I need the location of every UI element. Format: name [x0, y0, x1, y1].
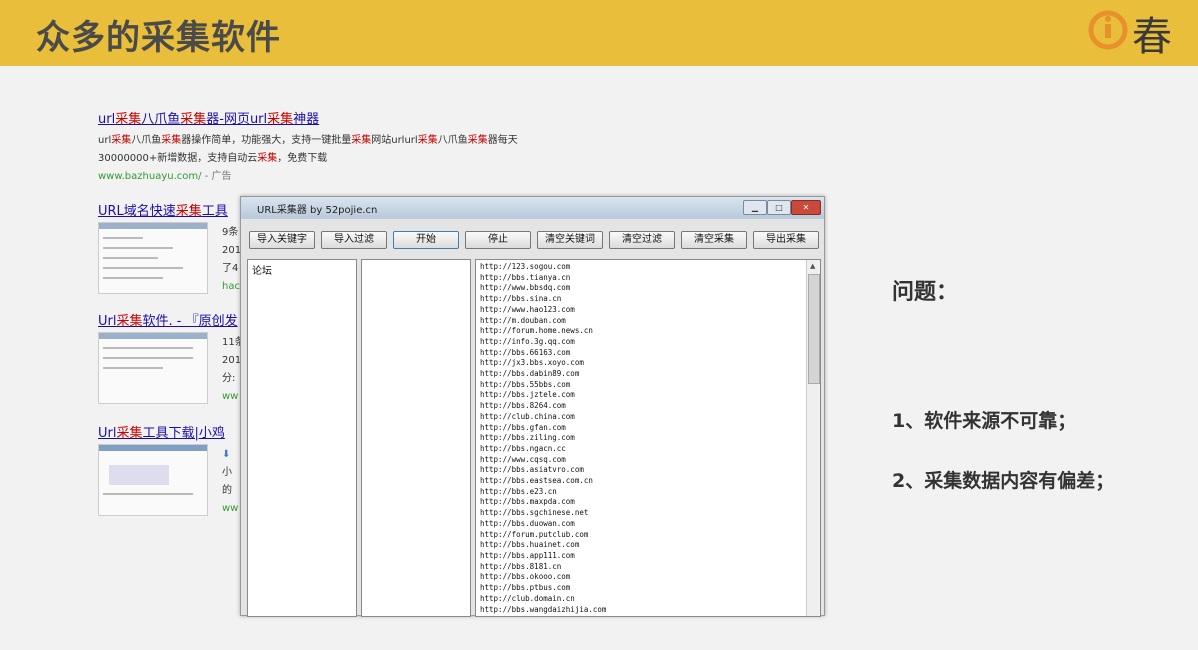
url-item[interactable]: http://bbs.maxpda.com: [480, 497, 606, 508]
keywords-list[interactable]: 论坛: [247, 259, 357, 617]
url-items: http://123.sogou.com http://bbs.tianya.cn…: [480, 262, 606, 615]
url-item[interactable]: http://bbs.duowan.com: [480, 519, 606, 530]
clear-collection-button[interactable]: 清空采集: [681, 231, 747, 249]
url-item[interactable]: http://forum.home.news.cn: [480, 326, 606, 337]
clear-keywords-button[interactable]: 清空关键词: [537, 231, 603, 249]
url-item[interactable]: http://bbs.tianya.cn: [480, 273, 606, 284]
toolbar: 导入关键字 导入过滤 开始 停止 清空关键词 清空过滤 清空采集 导出采集: [241, 231, 824, 249]
questions-heading: 问题：: [892, 280, 959, 305]
minimize-button[interactable]: ▁: [743, 200, 767, 215]
url-collector-window: URL采集器 by 52pojie.cn ▁ □ ✕ 导入关键字 导入过滤 开始…: [240, 196, 825, 617]
url-item[interactable]: http://bbs.huainet.com: [480, 540, 606, 551]
url-item[interactable]: http://club.china.com: [480, 412, 606, 423]
stop-button[interactable]: 停止: [465, 231, 531, 249]
url-item[interactable]: http://bbs.gfan.com: [480, 423, 606, 434]
ad-title-link[interactable]: url采集八爪鱼采集器-网页url采集神器: [98, 108, 319, 127]
question-item: 1、软件来源不可靠；: [892, 410, 1077, 432]
url-item[interactable]: http://bbs.wangdaizhijia.com: [480, 605, 606, 616]
url-item[interactable]: http://bbs.asiatvro.com: [480, 465, 606, 476]
ad-description: url采集八爪鱼采集器操作简单，功能强大，支持一键批量采集网站urlurl采集八…: [98, 135, 518, 164]
title-banner: 众多的采集软件 春: [0, 0, 1198, 66]
url-item[interactable]: http://bbs.8264.com: [480, 401, 606, 412]
url-item[interactable]: http://bbs.e23.cn: [480, 487, 606, 498]
url-item[interactable]: http://m.douban.com: [480, 316, 606, 327]
result-thumbnail[interactable]: [98, 444, 208, 516]
url-item[interactable]: http://bbs.sgchinese.net: [480, 508, 606, 519]
result-snippet: ⬇ 小的 ww: [222, 449, 239, 514]
result-thumbnail[interactable]: [98, 222, 208, 294]
clear-filter-button[interactable]: 清空过滤: [609, 231, 675, 249]
brand-logo: 春: [1086, 6, 1198, 60]
export-collection-button[interactable]: 导出采集: [753, 231, 819, 249]
scroll-thumb[interactable]: [808, 274, 820, 384]
filter-list[interactable]: [361, 259, 471, 617]
url-item[interactable]: http://bbs.ptbus.com: [480, 583, 606, 594]
url-item[interactable]: http://123.sogou.com: [480, 262, 606, 273]
import-filter-button[interactable]: 导入过滤: [321, 231, 387, 249]
slide-title: 众多的采集软件: [36, 18, 281, 58]
url-item[interactable]: http://club.domain.cn: [480, 594, 606, 605]
url-item[interactable]: http://bbs.sina.cn: [480, 294, 606, 305]
url-item[interactable]: http://bbs.dabin89.com: [480, 369, 606, 380]
import-keywords-button[interactable]: 导入关键字: [249, 231, 315, 249]
window-title: URL采集器 by 52pojie.cn: [257, 205, 378, 216]
logo-text: 春: [1132, 14, 1172, 60]
url-item[interactable]: http://bbs.app111.com: [480, 551, 606, 562]
url-item[interactable]: http://bbs.55bbs.com: [480, 380, 606, 391]
result-title-link[interactable]: Url采集软件. - 『原创发: [98, 310, 238, 329]
keyword-item[interactable]: 论坛: [252, 262, 272, 277]
url-item[interactable]: http://bbs.ziling.com: [480, 433, 606, 444]
url-item[interactable]: http://bbs.66163.com: [480, 348, 606, 359]
url-item[interactable]: http://bbs.jztele.com: [480, 390, 606, 401]
window-titlebar[interactable]: URL采集器 by 52pojie.cn ▁ □ ✕: [241, 197, 824, 219]
url-item[interactable]: http://bbs.okooo.com: [480, 572, 606, 583]
url-item[interactable]: http://www.cqsq.com: [480, 455, 606, 466]
url-item[interactable]: http://www.hao123.com: [480, 305, 606, 316]
vertical-scrollbar[interactable]: ▲: [806, 260, 820, 616]
url-item[interactable]: http://jx3.bbs.xoyo.com: [480, 358, 606, 369]
url-item[interactable]: http://www.bbsdq.com: [480, 283, 606, 294]
result-snippet: 9条 201 了4 hac: [222, 227, 242, 292]
start-button[interactable]: 开始: [393, 231, 459, 249]
maximize-button[interactable]: □: [767, 200, 791, 215]
url-item[interactable]: http://bbs.8181.cn: [480, 562, 606, 573]
result-title-link[interactable]: URL域名快速采集工具: [98, 200, 228, 219]
collected-urls-list[interactable]: http://123.sogou.com http://bbs.tianya.cn…: [475, 259, 821, 617]
url-item[interactable]: http://forum.putclub.com: [480, 530, 606, 541]
url-item[interactable]: http://info.3g.qq.com: [480, 337, 606, 348]
scroll-up-icon[interactable]: ▲: [810, 262, 815, 270]
result-thumbnail[interactable]: [98, 332, 208, 404]
result-title-link[interactable]: Url采集工具下载|小鸡: [98, 422, 225, 441]
close-button[interactable]: ✕: [791, 200, 821, 215]
question-item: 2、采集数据内容有偏差；: [892, 470, 1115, 492]
url-item[interactable]: http://bbs.eastsea.com.cn: [480, 476, 606, 487]
logo-mark-icon: [1088, 10, 1128, 50]
ad-url: www.bazhuayu.com/ - 广告: [98, 171, 232, 182]
url-item[interactable]: http://bbs.ngacn.cc: [480, 444, 606, 455]
